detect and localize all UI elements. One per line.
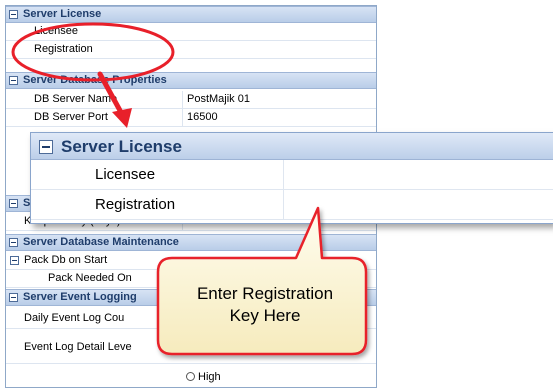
property-row-event-log-detail-level[interactable]: Event Log Detail Leve [6,330,376,364]
category-server-license[interactable]: Server License [6,6,376,23]
collapse-icon[interactable] [39,140,53,154]
radio-button-icon[interactable] [186,372,195,381]
collapse-icon[interactable] [9,238,18,247]
property-name: Pack Db on Start [24,254,108,266]
collapse-icon[interactable] [9,293,18,302]
zoomed-server-license-panel: Server License Licensee Registration [30,132,553,224]
collapse-icon[interactable] [9,10,18,19]
zoom-property-name: Registration [95,196,176,213]
property-row-db-server-name[interactable]: DB Server Name PostMajik 01 [6,91,376,109]
property-row-pack-db-on-start[interactable]: Pack Db on Start [6,252,376,270]
zoom-property-value-licensee[interactable] [283,160,553,189]
property-name: Registration [34,43,93,55]
property-name: DB Server Port [34,111,108,123]
radio-option-high[interactable]: High [186,370,221,384]
zoom-category-server-license[interactable]: Server License [31,133,553,160]
property-name: Daily Event Log Cou [24,312,125,324]
collapse-icon[interactable] [9,199,18,208]
callout-line-2: Key Here [229,306,301,325]
category-server-database-properties[interactable]: Server Database Properties [6,72,376,89]
zoom-property-name: Licensee [95,166,156,183]
property-name: Event Log Detail Leve [24,341,132,353]
property-name: Licensee [34,25,79,37]
category-label: Server License [23,8,102,20]
zoom-category-label: Server License [61,137,182,156]
callout-line-1: Enter Registration [196,284,334,303]
zoom-row-licensee[interactable]: Licensee [31,160,553,190]
property-row-db-server-port[interactable]: DB Server Port 16500 [6,109,376,127]
category-label: Server Database Maintenance [23,236,179,248]
category-label: Server Database Properties [23,74,167,86]
category-server-database-maintenance[interactable]: Server Database Maintenance [6,234,376,251]
property-row-licensee[interactable]: Licensee [6,23,376,41]
zoom-property-value-registration[interactable] [283,190,553,219]
property-row-registration[interactable]: Registration [6,41,376,59]
radio-label: High [198,371,221,383]
category-label: Server Event Logging [23,291,137,303]
collapse-icon[interactable] [10,256,19,265]
property-value-db-server-name[interactable]: PostMajik 01 [182,91,376,108]
callout-text: Enter Registration Key Here [162,283,368,327]
property-name: DB Server Name [34,93,118,105]
zoom-row-registration[interactable]: Registration [31,190,553,220]
collapse-icon[interactable] [9,76,18,85]
property-value-db-server-port[interactable]: 16500 [182,109,376,126]
